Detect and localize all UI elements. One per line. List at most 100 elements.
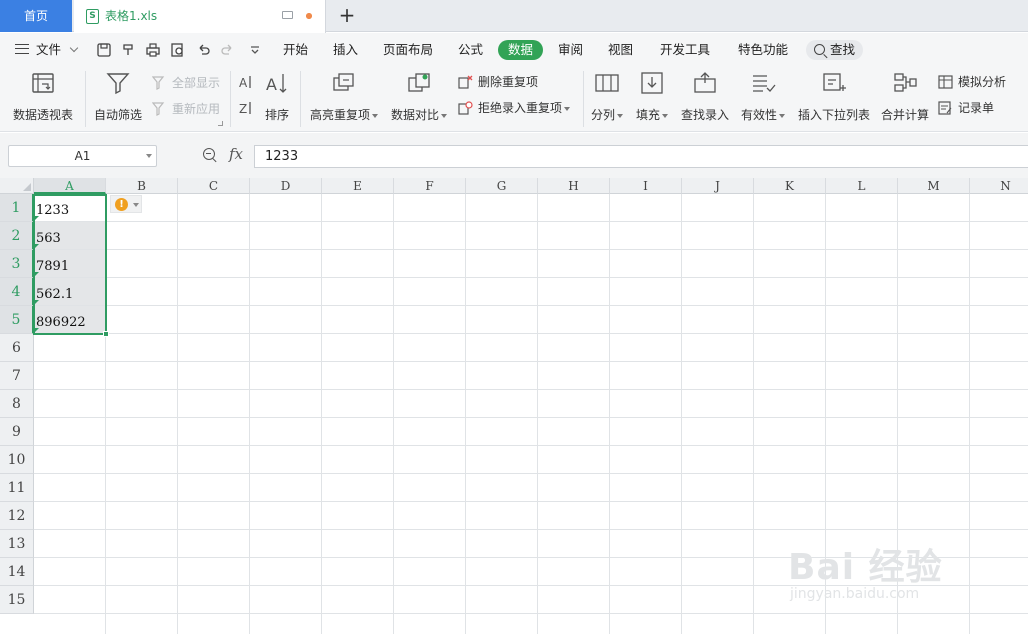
gridline-vertical [321, 194, 322, 634]
data-validity-label: 有效性 [740, 108, 777, 122]
gridline-horizontal [34, 221, 1028, 222]
column-header-e[interactable]: E [322, 178, 394, 194]
tab-special-features[interactable]: 特色功能 [738, 40, 788, 60]
reject-duplicate-entry-button[interactable]: 拒绝录入重复项 [458, 99, 571, 117]
column-header-f[interactable]: F [394, 178, 466, 194]
fill-button[interactable]: 填充 [635, 65, 669, 123]
column-header-g[interactable]: G [466, 178, 538, 194]
column-header-a[interactable]: A [34, 178, 106, 194]
search-button[interactable]: 查找 [806, 40, 864, 60]
column-header-n[interactable]: N [970, 178, 1028, 194]
tab-page-layout[interactable]: 页面布局 [383, 40, 433, 60]
autofilter-button[interactable]: 自动筛选 [93, 65, 143, 123]
row-header-11[interactable]: 11 [0, 474, 34, 502]
zoom-formula-icon[interactable] [203, 148, 215, 160]
fill-handle[interactable] [103, 331, 109, 337]
ribbon-separator [85, 71, 86, 127]
hamburger-menu-icon[interactable] [15, 44, 29, 54]
gridline-horizontal [34, 389, 1028, 390]
new-tab-button[interactable]: + [336, 5, 358, 27]
highlight-duplicates-button[interactable]: 高亮重复项 [308, 65, 380, 123]
record-form-label: 记录单 [958, 101, 995, 115]
tab-data[interactable]: 数据 [498, 40, 544, 60]
tab-insert[interactable]: 插入 [333, 40, 358, 60]
sort-descending-icon[interactable]: Z [238, 100, 254, 116]
whatif-analysis-button[interactable]: 模拟分析 [938, 73, 1006, 91]
gridline-horizontal [34, 361, 1028, 362]
name-box-dropdown-icon[interactable] [146, 154, 152, 158]
gridline-vertical [537, 194, 538, 634]
tab-review[interactable]: 审阅 [558, 40, 583, 60]
column-header-d[interactable]: D [250, 178, 322, 194]
row-header-13[interactable]: 13 [0, 530, 34, 558]
pivot-table-button[interactable]: 数据透视表 [12, 65, 74, 123]
column-header-h[interactable]: H [538, 178, 610, 194]
row-header-2[interactable]: 2 [0, 222, 34, 250]
print-icon[interactable] [146, 43, 160, 57]
fill-label: 填充 [635, 108, 660, 122]
insert-function-icon[interactable]: fx [229, 145, 243, 163]
row-header-14[interactable]: 14 [0, 558, 34, 586]
row-header-15[interactable]: 15 [0, 586, 34, 614]
delete-duplicates-button[interactable]: 删除重复项 [458, 73, 538, 91]
name-box[interactable]: A1 [8, 145, 157, 167]
row-header-10[interactable]: 10 [0, 446, 34, 474]
tab-formula[interactable]: 公式 [458, 40, 483, 60]
column-header-i[interactable]: I [610, 178, 682, 194]
modified-dot-icon [306, 13, 312, 19]
row-header-8[interactable]: 8 [0, 390, 34, 418]
row-header-5[interactable]: 5 [0, 306, 34, 334]
row-header-6[interactable]: 6 [0, 334, 34, 362]
row-header-9[interactable]: 9 [0, 418, 34, 446]
record-form-button[interactable]: 记录单 [938, 99, 994, 117]
gridline-horizontal [34, 333, 1028, 334]
column-header-c[interactable]: C [178, 178, 250, 194]
split-column-button[interactable]: 分列 [590, 65, 624, 123]
tab-developer[interactable]: 开发工具 [660, 40, 710, 60]
gridline-vertical [825, 194, 826, 634]
column-header-k[interactable]: K [754, 178, 826, 194]
ribbon-separator [300, 71, 301, 127]
row-header-12[interactable]: 12 [0, 502, 34, 530]
column-header-l[interactable]: L [826, 178, 898, 194]
data-validity-button[interactable]: 有效性 [740, 65, 786, 123]
row-header-1[interactable]: 1 [0, 194, 34, 222]
column-header-b[interactable]: B [106, 178, 178, 194]
select-all-corner[interactable] [0, 178, 34, 194]
file-menu[interactable]: 文件 [36, 40, 79, 60]
print-preview-icon[interactable] [171, 43, 185, 57]
gridline-vertical [393, 194, 394, 634]
tab-view[interactable]: 视图 [608, 40, 633, 60]
redo-icon[interactable] [221, 43, 235, 57]
error-check-button[interactable]: ! [110, 195, 142, 213]
data-compare-button[interactable]: 数据对比 [390, 65, 448, 123]
reapply-button[interactable]: 重新应用 [152, 100, 220, 118]
consolidate-button[interactable]: 合并计算 [880, 65, 930, 123]
format-painter-icon[interactable] [122, 43, 136, 57]
highlight-duplicates-icon [333, 73, 354, 91]
undo-icon[interactable] [196, 43, 210, 57]
row-header-4[interactable]: 4 [0, 278, 34, 306]
gridline-horizontal [34, 501, 1028, 502]
insert-dropdown-list-button[interactable]: 插入下拉列表 [797, 65, 871, 123]
reject-duplicates-icon [458, 101, 473, 115]
save-icon[interactable] [97, 43, 111, 57]
customize-toolbar-icon[interactable] [248, 43, 262, 57]
column-header-m[interactable]: M [898, 178, 970, 194]
row-header-7[interactable]: 7 [0, 362, 34, 390]
split-column-label: 分列 [590, 108, 615, 122]
spreadsheet-grid[interactable]: A B C D E F G H I J K L M N 1233 1 563 2 7891 3 562.1 4 896922… [0, 178, 1028, 634]
filter-dialog-launcher-icon[interactable] [218, 121, 223, 126]
sort-button[interactable]: A 排序 [262, 65, 292, 123]
home-tab[interactable]: 首页 [0, 0, 72, 32]
monitor-icon[interactable] [282, 11, 293, 19]
formula-input[interactable]: 1233 [254, 145, 1028, 168]
show-all-button[interactable]: 全部显示 [152, 74, 220, 92]
tab-start[interactable]: 开始 [283, 40, 308, 60]
pivot-table-label: 数据透视表 [12, 108, 73, 122]
column-header-j[interactable]: J [682, 178, 754, 194]
data-compare-label: 数据对比 [390, 108, 439, 122]
sort-ascending-icon[interactable]: A [238, 74, 254, 90]
lookup-entry-button[interactable]: 查找录入 [680, 65, 730, 123]
row-header-3[interactable]: 3 [0, 250, 34, 278]
